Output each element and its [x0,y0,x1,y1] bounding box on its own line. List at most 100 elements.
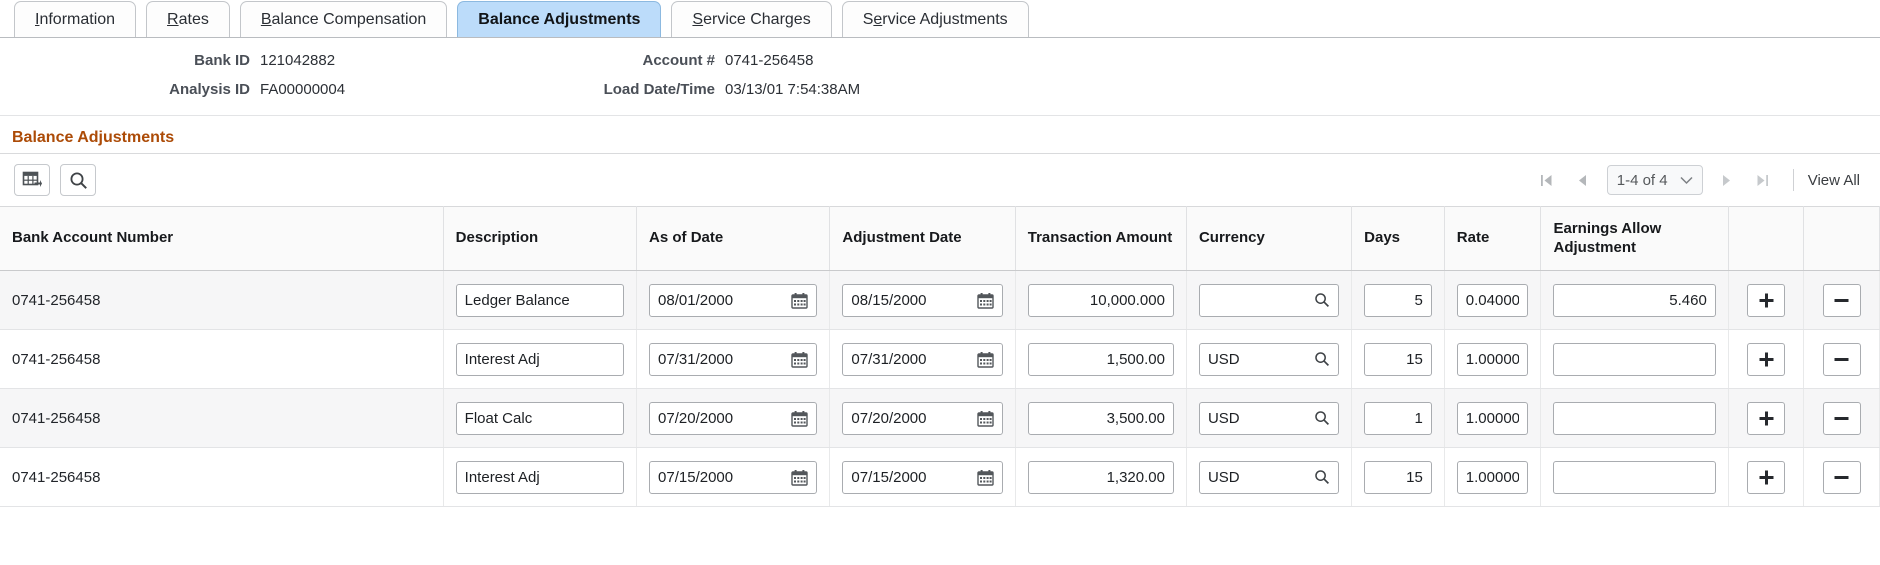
lookup-search-icon[interactable] [1314,351,1330,367]
transaction-amount-input[interactable]: 3,500.00 [1027,401,1174,435]
currency-input[interactable] [1198,283,1340,317]
column-header-spacer [1803,206,1880,271]
previous-page-icon [1575,173,1590,188]
as-of-date-value: 07/31/2000 [658,350,734,368]
table-row: 0741-256458 Float Calc 07/20/2000 07/20/200… [0,388,1880,448]
calendar-icon[interactable] [977,292,994,309]
field-analysis-id: Analysis ID FA00000004 [60,81,345,98]
delete-row-button[interactable] [1822,283,1861,317]
table-row: 0741-256458 Interest Adj 07/15/2000 07/15/2… [0,447,1880,507]
days-input[interactable]: 15 [1364,342,1432,376]
rate-input[interactable]: 1.00000 [1456,342,1529,376]
earnings-allow-adjustment-input[interactable] [1553,460,1716,494]
previous-page-button[interactable] [1565,165,1601,195]
as-of-date-input[interactable]: 07/31/2000 [649,342,818,376]
days-value: 15 [1406,350,1423,368]
as-of-date-value: 08/01/2000 [658,291,734,309]
transaction-amount-input[interactable]: 1,320.00 [1027,460,1174,494]
rate-input[interactable]: 0.04000 [1456,283,1529,317]
earnings-allow-adjustment-value: 5.460 [1669,291,1707,309]
currency-input[interactable]: USD [1198,342,1340,376]
adjustment-date-input[interactable]: 07/20/2000 [842,401,1003,435]
earnings-allow-adjustment-input[interactable] [1553,401,1716,435]
adjustment-date-input: 07/20/2000 [829,388,1016,448]
add-row-button[interactable] [1747,283,1786,317]
calendar-icon[interactable] [977,410,994,427]
bank-account-number-cell: 0741-256458 [0,447,444,507]
calendar-icon[interactable] [791,351,809,368]
currency-input: USD [1186,388,1353,448]
calendar-icon[interactable] [977,351,994,368]
transaction-amount-value: 1,500.00 [1106,350,1165,368]
first-page-button[interactable] [1529,165,1565,195]
lookup-search-icon[interactable] [1314,410,1330,426]
adjustment-date-input: 08/15/2000 [829,270,1016,330]
add-row-button[interactable] [1747,401,1786,435]
view-all-link[interactable]: View All [1808,172,1866,189]
tab-balance-compensation[interactable]: Balance Compensation [239,1,448,37]
currency-value: USD [1207,409,1240,427]
earnings-allow-adjustment-input[interactable] [1553,342,1716,376]
adjustment-date-input[interactable]: 08/15/2000 [842,283,1003,317]
delete-row-cell [1803,270,1880,330]
rate-input[interactable]: 1.00000 [1456,401,1529,435]
description-input[interactable]: Interest Adj [455,342,625,376]
field-load-date-time: Load Date/Time 03/13/01 7:54:38AM [520,81,861,98]
grid-find-button[interactable] [60,164,96,196]
description-input[interactable]: Interest Adj [455,460,625,494]
next-page-button[interactable] [1709,165,1745,195]
transaction-amount-input[interactable]: 10,000.000 [1027,283,1174,317]
lookup-search-icon[interactable] [1314,292,1330,308]
last-page-button[interactable] [1745,165,1781,195]
description-input[interactable]: Float Calc [455,401,625,435]
tab-rates[interactable]: Rates [146,1,230,37]
minus-icon [1833,410,1850,427]
delete-row-button[interactable] [1822,342,1861,376]
adjustment-date-input[interactable]: 07/15/2000 [842,460,1003,494]
adjustment-date-input[interactable]: 07/31/2000 [842,342,1003,376]
as-of-date-input[interactable]: 07/15/2000 [649,460,818,494]
calendar-icon[interactable] [791,292,809,309]
tab-service-adjustments[interactable]: Service Adjustments [841,1,1029,37]
currency-input[interactable]: USD [1198,460,1340,494]
earnings-allow-adjustment-input [1540,447,1729,507]
delete-row-button[interactable] [1822,401,1861,435]
table-row: 0741-256458 Ledger Balance 08/01/2000 08/15… [0,270,1880,330]
days-value: 1 [1414,409,1423,427]
days-input[interactable]: 5 [1364,283,1432,317]
tab-label: Service Charges [692,10,811,28]
tab-information[interactable]: Information [14,1,137,37]
earnings-allow-adjustment-input[interactable]: 5.460 [1553,283,1716,317]
add-row-cell [1728,388,1805,448]
transaction-amount-input[interactable]: 1,500.00 [1027,342,1174,376]
calendar-icon[interactable] [791,410,809,427]
grid-personalize-button[interactable] [14,164,50,196]
currency-input[interactable]: USD [1198,401,1340,435]
rate-input[interactable]: 1.00000 [1456,460,1529,494]
currency-value: USD [1207,350,1240,368]
as-of-date-input[interactable]: 07/20/2000 [649,401,818,435]
earnings-allow-adjustment-input: 5.460 [1540,270,1729,330]
calendar-icon[interactable] [977,469,994,486]
tab-balance-adjustments[interactable]: Balance Adjustments [457,1,662,37]
as-of-date-input: 08/01/2000 [636,270,831,330]
as-of-date-value: 07/15/2000 [658,468,734,486]
delete-row-button[interactable] [1822,460,1861,494]
balance-adjustments-table: Bank Account Number Description As of Date… [0,206,1880,507]
adjustment-date-value: 08/15/2000 [851,291,927,309]
calendar-icon[interactable] [791,469,809,486]
column-header-spacer [1728,206,1805,271]
earnings-allow-adjustment-input [1540,329,1729,389]
add-row-button[interactable] [1747,342,1786,376]
plus-icon [1758,410,1775,427]
bank-account-number-value: 0741-256458 [12,409,101,427]
description-input[interactable]: Ledger Balance [455,283,625,317]
days-input[interactable]: 15 [1364,460,1432,494]
as-of-date-input[interactable]: 08/01/2000 [649,283,818,317]
page-range-label: 1-4 of 4 [1616,171,1668,189]
tab-service-charges[interactable]: Service Charges [671,1,832,37]
add-row-button[interactable] [1747,460,1786,494]
days-input[interactable]: 1 [1364,401,1432,435]
page-range-select[interactable]: 1-4 of 4 [1606,165,1703,195]
lookup-search-icon[interactable] [1314,469,1330,485]
